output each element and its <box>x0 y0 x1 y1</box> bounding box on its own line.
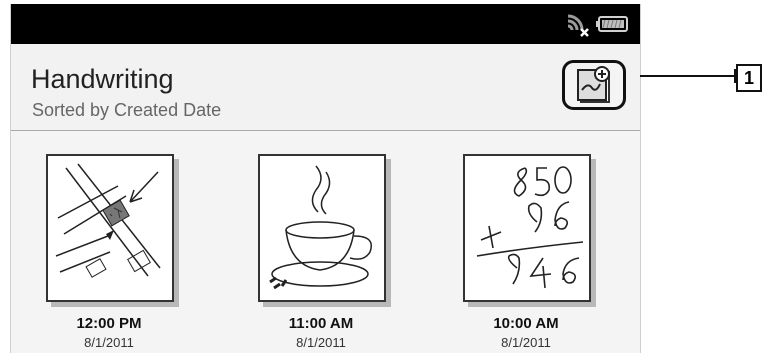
note-time: 12:00 PM <box>76 315 142 332</box>
note-date: 8/1/2011 <box>501 335 551 350</box>
status-bar <box>11 4 640 44</box>
callout-label: 1 <box>736 64 762 92</box>
note-thumbnail-coffee[interactable] <box>258 154 390 306</box>
note-date: 8/1/2011 <box>296 335 346 350</box>
coffee-cup-sketch-icon <box>269 165 372 290</box>
note-thumbnail-map[interactable] <box>46 154 178 306</box>
map-sketch-icon <box>55 163 161 278</box>
sort-label: Sorted by Created Date <box>32 100 222 120</box>
new-handwriting-button[interactable] <box>562 60 626 110</box>
battery-icon <box>596 16 628 32</box>
page-title: Handwriting <box>31 64 174 94</box>
wifi-off-icon <box>567 14 589 37</box>
note-date: 8/1/2011 <box>84 335 134 350</box>
math-addition-sketch-icon <box>476 166 584 289</box>
device-screen: Handwriting Sorted by Created Date 12:00… <box>10 4 641 353</box>
note-time: 10:00 AM <box>493 315 559 332</box>
notes-grid: 12:00 PM 8/1/2011 11:00 AM 8/1/2011 10:0… <box>11 131 640 353</box>
callout-leader-line <box>640 75 736 77</box>
page-header: Handwriting Sorted by Created Date <box>11 44 640 131</box>
note-thumbnail-math[interactable] <box>463 154 595 306</box>
note-time: 11:00 AM <box>288 315 354 332</box>
new-handwriting-icon <box>577 66 610 103</box>
